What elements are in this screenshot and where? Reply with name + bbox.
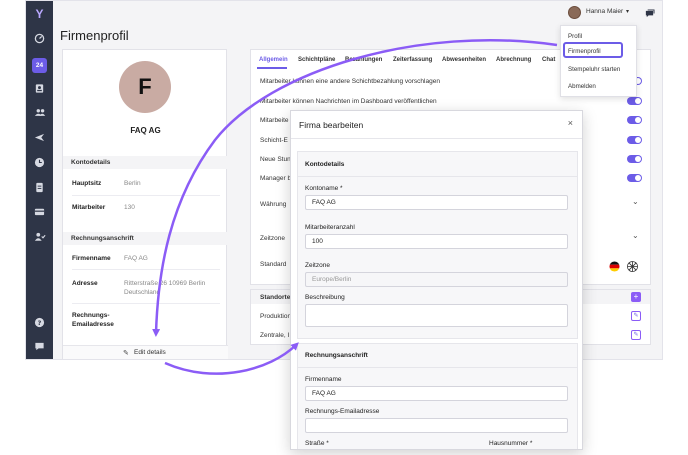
annotation-arrows bbox=[152, 39, 558, 375]
annotation-arrow bbox=[152, 39, 558, 337]
annotation-arrow bbox=[164, 342, 299, 375]
